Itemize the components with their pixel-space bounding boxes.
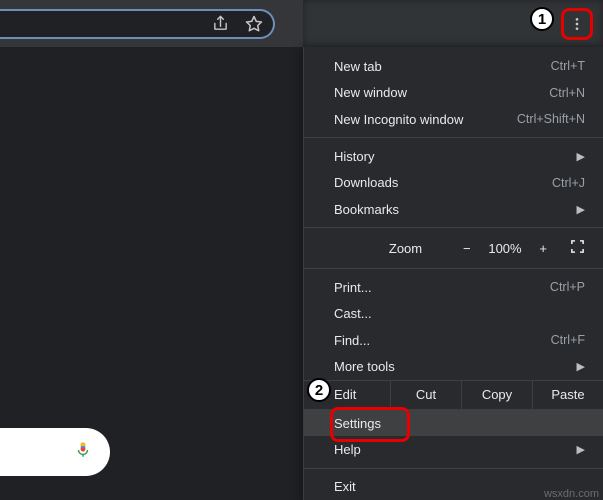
menu-label: Help [334, 442, 361, 457]
toolbar-blur [303, 0, 603, 47]
share-icon[interactable] [212, 15, 229, 32]
menu-label: Print... [334, 280, 372, 295]
menu-item-print[interactable]: Print... Ctrl+P [304, 274, 603, 300]
menu-item-help[interactable]: Help ▶ [304, 436, 603, 462]
menu-label: Find... [334, 333, 370, 348]
menu-separator [304, 268, 603, 269]
menu-label: New tab [334, 59, 382, 74]
watermark: wsxdn.com [544, 488, 599, 500]
menu-label: Cast... [334, 306, 372, 321]
zoom-percent: 100% [481, 241, 528, 256]
menu-label: New window [334, 85, 407, 100]
menu-label: More tools [334, 359, 395, 374]
menu-item-settings[interactable]: Settings [304, 410, 603, 436]
menu-hotkey: Ctrl+F [551, 333, 585, 347]
chevron-right-icon: ▶ [577, 150, 585, 163]
menu-label: Downloads [334, 175, 398, 190]
menu-item-bookmarks[interactable]: Bookmarks ▶ [304, 196, 603, 222]
chevron-right-icon: ▶ [577, 360, 585, 373]
edit-cut-button[interactable]: Cut [390, 381, 461, 409]
chevron-right-icon: ▶ [577, 443, 585, 456]
menu-item-find[interactable]: Find... Ctrl+F [304, 327, 603, 353]
menu-item-more-tools[interactable]: More tools ▶ [304, 353, 603, 379]
bookmark-star-icon[interactable] [245, 15, 263, 33]
menu-hotkey: Ctrl+N [549, 86, 585, 100]
page-content [0, 47, 303, 500]
chrome-menu: New tab Ctrl+T New window Ctrl+N New Inc… [303, 47, 603, 500]
menu-item-new-window[interactable]: New window Ctrl+N [304, 79, 603, 105]
menu-edit-row: Edit Cut Copy Paste [304, 380, 603, 410]
edit-copy-button[interactable]: Copy [461, 381, 532, 409]
menu-item-new-tab[interactable]: New tab Ctrl+T [304, 53, 603, 79]
search-box[interactable] [0, 428, 110, 476]
zoom-out-button[interactable]: − [452, 241, 481, 256]
menu-item-downloads[interactable]: Downloads Ctrl+J [304, 170, 603, 196]
zoom-label: Zoom [334, 241, 452, 256]
menu-hotkey: Ctrl+Shift+N [517, 112, 585, 126]
menu-item-cast[interactable]: Cast... [304, 300, 603, 326]
browser-toolbar [0, 0, 303, 47]
menu-separator [304, 227, 603, 228]
menu-item-history[interactable]: History ▶ [304, 143, 603, 169]
address-bar[interactable] [0, 9, 275, 39]
annotation-badge-1: 1 [530, 7, 554, 31]
annotation-badge-2: 2 [307, 378, 331, 402]
menu-label: Bookmarks [334, 202, 399, 217]
menu-separator [304, 137, 603, 138]
menu-separator [304, 468, 603, 469]
menu-zoom-row: Zoom − 100% + [304, 233, 603, 263]
menu-hotkey: Ctrl+T [551, 59, 585, 73]
menu-label: Settings [334, 416, 381, 431]
fullscreen-button[interactable] [558, 239, 597, 257]
menu-label: Exit [334, 479, 356, 494]
more-menu-button[interactable] [561, 8, 593, 40]
voice-search-icon[interactable] [74, 439, 92, 466]
menu-hotkey: Ctrl+J [552, 176, 585, 190]
zoom-in-button[interactable]: + [528, 241, 557, 256]
menu-label: History [334, 149, 374, 164]
menu-label: New Incognito window [334, 112, 463, 127]
chevron-right-icon: ▶ [577, 203, 585, 216]
edit-paste-button[interactable]: Paste [532, 381, 603, 409]
menu-hotkey: Ctrl+P [550, 280, 585, 294]
menu-item-new-incognito[interactable]: New Incognito window Ctrl+Shift+N [304, 106, 603, 132]
